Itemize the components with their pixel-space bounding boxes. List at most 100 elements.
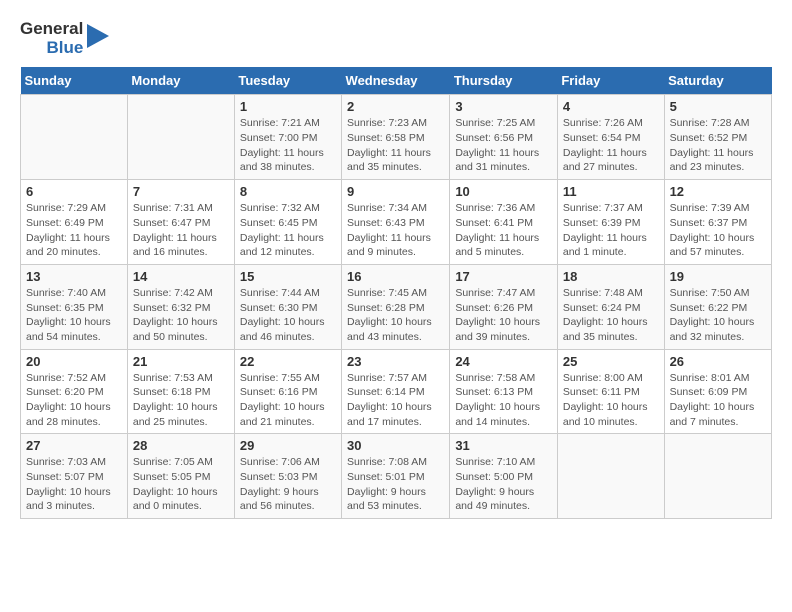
day-number: 29 [240, 438, 336, 453]
calendar-cell: 11 Sunrise: 7:37 AM Sunset: 6:39 PM Dayli… [557, 180, 664, 265]
day-number: 20 [26, 354, 122, 369]
day-info: Sunrise: 7:25 AM Sunset: 6:56 PM Dayligh… [455, 116, 552, 175]
day-info: Sunrise: 7:45 AM Sunset: 6:28 PM Dayligh… [347, 286, 444, 345]
day-info: Sunrise: 7:42 AM Sunset: 6:32 PM Dayligh… [133, 286, 229, 345]
calendar-cell: 25 Sunrise: 8:00 AM Sunset: 6:11 PM Dayli… [557, 349, 664, 434]
day-info: Sunrise: 7:10 AM Sunset: 5:00 PM Dayligh… [455, 455, 552, 514]
calendar-cell [557, 434, 664, 519]
calendar-cell: 4 Sunrise: 7:26 AM Sunset: 6:54 PM Daylig… [557, 95, 664, 180]
day-number: 18 [563, 269, 659, 284]
day-info: Sunrise: 7:39 AM Sunset: 6:37 PM Dayligh… [670, 201, 766, 260]
day-number: 17 [455, 269, 552, 284]
day-info: Sunrise: 8:01 AM Sunset: 6:09 PM Dayligh… [670, 371, 766, 430]
calendar-cell: 31 Sunrise: 7:10 AM Sunset: 5:00 PM Dayli… [450, 434, 558, 519]
day-number: 26 [670, 354, 766, 369]
calendar-cell: 27 Sunrise: 7:03 AM Sunset: 5:07 PM Dayli… [21, 434, 128, 519]
calendar-week-row: 1Sunrise: 7:21 AM Sunset: 7:00 PM Daylig… [21, 95, 772, 180]
day-info: Sunrise: 7:31 AM Sunset: 6:47 PM Dayligh… [133, 201, 229, 260]
day-info: Sunrise: 7:28 AM Sunset: 6:52 PM Dayligh… [670, 116, 766, 175]
day-info: Sunrise: 7:50 AM Sunset: 6:22 PM Dayligh… [670, 286, 766, 345]
calendar-cell: 15Sunrise: 7:44 AM Sunset: 6:30 PM Dayli… [234, 264, 341, 349]
day-info: Sunrise: 7:26 AM Sunset: 6:54 PM Dayligh… [563, 116, 659, 175]
day-number: 3 [455, 99, 552, 114]
day-number: 4 [563, 99, 659, 114]
day-number: 2 [347, 99, 444, 114]
calendar-cell: 17 Sunrise: 7:47 AM Sunset: 6:26 PM Dayli… [450, 264, 558, 349]
day-number: 13 [26, 269, 122, 284]
calendar-cell [21, 95, 128, 180]
day-number: 31 [455, 438, 552, 453]
day-info: Sunrise: 7:57 AM Sunset: 6:14 PM Dayligh… [347, 371, 444, 430]
day-number: 24 [455, 354, 552, 369]
day-info: Sunrise: 8:00 AM Sunset: 6:11 PM Dayligh… [563, 371, 659, 430]
calendar-week-row: 20 Sunrise: 7:52 AM Sunset: 6:20 PM Dayli… [21, 349, 772, 434]
day-info: Sunrise: 7:52 AM Sunset: 6:20 PM Dayligh… [26, 371, 122, 430]
day-info: Sunrise: 7:29 AM Sunset: 6:49 PM Dayligh… [26, 201, 122, 260]
calendar-cell: 19 Sunrise: 7:50 AM Sunset: 6:22 PM Dayli… [664, 264, 771, 349]
day-info: Sunrise: 7:37 AM Sunset: 6:39 PM Dayligh… [563, 201, 659, 260]
day-info: Sunrise: 7:06 AM Sunset: 5:03 PM Dayligh… [240, 455, 336, 514]
day-number: 8 [240, 184, 336, 199]
weekday-header: Monday [127, 67, 234, 95]
calendar-cell: 24 Sunrise: 7:58 AM Sunset: 6:13 PM Dayli… [450, 349, 558, 434]
calendar-cell: 23Sunrise: 7:57 AM Sunset: 6:14 PM Dayli… [342, 349, 450, 434]
calendar-week-row: 27 Sunrise: 7:03 AM Sunset: 5:07 PM Dayli… [21, 434, 772, 519]
page-header: General Blue [20, 20, 772, 57]
calendar-cell: 2 Sunrise: 7:23 AM Sunset: 6:58 PM Daylig… [342, 95, 450, 180]
day-number: 30 [347, 438, 444, 453]
logo-blue-text: Blue [46, 39, 83, 58]
calendar-cell: 5 Sunrise: 7:28 AM Sunset: 6:52 PM Daylig… [664, 95, 771, 180]
day-info: Sunrise: 7:58 AM Sunset: 6:13 PM Dayligh… [455, 371, 552, 430]
day-info: Sunrise: 7:23 AM Sunset: 6:58 PM Dayligh… [347, 116, 444, 175]
calendar-cell: 16 Sunrise: 7:45 AM Sunset: 6:28 PM Dayli… [342, 264, 450, 349]
calendar-cell: 7 Sunrise: 7:31 AM Sunset: 6:47 PM Daylig… [127, 180, 234, 265]
calendar-cell [127, 95, 234, 180]
day-info: Sunrise: 7:44 AM Sunset: 6:30 PM Dayligh… [240, 286, 336, 345]
weekday-header: Saturday [664, 67, 771, 95]
day-number: 22 [240, 354, 336, 369]
calendar-cell: 30 Sunrise: 7:08 AM Sunset: 5:01 PM Dayli… [342, 434, 450, 519]
day-number: 11 [563, 184, 659, 199]
day-info: Sunrise: 7:32 AM Sunset: 6:45 PM Dayligh… [240, 201, 336, 260]
calendar-cell: 1Sunrise: 7:21 AM Sunset: 7:00 PM Daylig… [234, 95, 341, 180]
calendar-cell [664, 434, 771, 519]
day-number: 16 [347, 269, 444, 284]
calendar-cell: 22Sunrise: 7:55 AM Sunset: 6:16 PM Dayli… [234, 349, 341, 434]
calendar-cell: 3 Sunrise: 7:25 AM Sunset: 6:56 PM Daylig… [450, 95, 558, 180]
day-number: 27 [26, 438, 122, 453]
day-info: Sunrise: 7:05 AM Sunset: 5:05 PM Dayligh… [133, 455, 229, 514]
day-info: Sunrise: 7:08 AM Sunset: 5:01 PM Dayligh… [347, 455, 444, 514]
day-info: Sunrise: 7:47 AM Sunset: 6:26 PM Dayligh… [455, 286, 552, 345]
day-number: 7 [133, 184, 229, 199]
calendar-table: SundayMondayTuesdayWednesdayThursdayFrid… [20, 67, 772, 519]
calendar-cell: 18 Sunrise: 7:48 AM Sunset: 6:24 PM Dayli… [557, 264, 664, 349]
logo: General Blue [20, 20, 109, 57]
day-number: 12 [670, 184, 766, 199]
calendar-cell: 9Sunrise: 7:34 AM Sunset: 6:43 PM Daylig… [342, 180, 450, 265]
calendar-cell: 6 Sunrise: 7:29 AM Sunset: 6:49 PM Daylig… [21, 180, 128, 265]
calendar-week-row: 6 Sunrise: 7:29 AM Sunset: 6:49 PM Daylig… [21, 180, 772, 265]
day-info: Sunrise: 7:36 AM Sunset: 6:41 PM Dayligh… [455, 201, 552, 260]
calendar-cell: 21Sunrise: 7:53 AM Sunset: 6:18 PM Dayli… [127, 349, 234, 434]
day-info: Sunrise: 7:03 AM Sunset: 5:07 PM Dayligh… [26, 455, 122, 514]
weekday-header: Tuesday [234, 67, 341, 95]
logo-triangle-icon [87, 24, 109, 54]
calendar-cell: 28Sunrise: 7:05 AM Sunset: 5:05 PM Dayli… [127, 434, 234, 519]
calendar-cell: 14Sunrise: 7:42 AM Sunset: 6:32 PM Dayli… [127, 264, 234, 349]
day-number: 25 [563, 354, 659, 369]
calendar-header: SundayMondayTuesdayWednesdayThursdayFrid… [21, 67, 772, 95]
calendar-week-row: 13Sunrise: 7:40 AM Sunset: 6:35 PM Dayli… [21, 264, 772, 349]
day-number: 10 [455, 184, 552, 199]
day-number: 19 [670, 269, 766, 284]
weekday-header: Friday [557, 67, 664, 95]
day-number: 21 [133, 354, 229, 369]
day-number: 5 [670, 99, 766, 114]
calendar-cell: 13Sunrise: 7:40 AM Sunset: 6:35 PM Dayli… [21, 264, 128, 349]
calendar-cell: 8 Sunrise: 7:32 AM Sunset: 6:45 PM Daylig… [234, 180, 341, 265]
calendar-cell: 20 Sunrise: 7:52 AM Sunset: 6:20 PM Dayli… [21, 349, 128, 434]
day-info: Sunrise: 7:48 AM Sunset: 6:24 PM Dayligh… [563, 286, 659, 345]
weekday-header: Thursday [450, 67, 558, 95]
day-number: 6 [26, 184, 122, 199]
day-info: Sunrise: 7:21 AM Sunset: 7:00 PM Dayligh… [240, 116, 336, 175]
calendar-cell: 29 Sunrise: 7:06 AM Sunset: 5:03 PM Dayli… [234, 434, 341, 519]
